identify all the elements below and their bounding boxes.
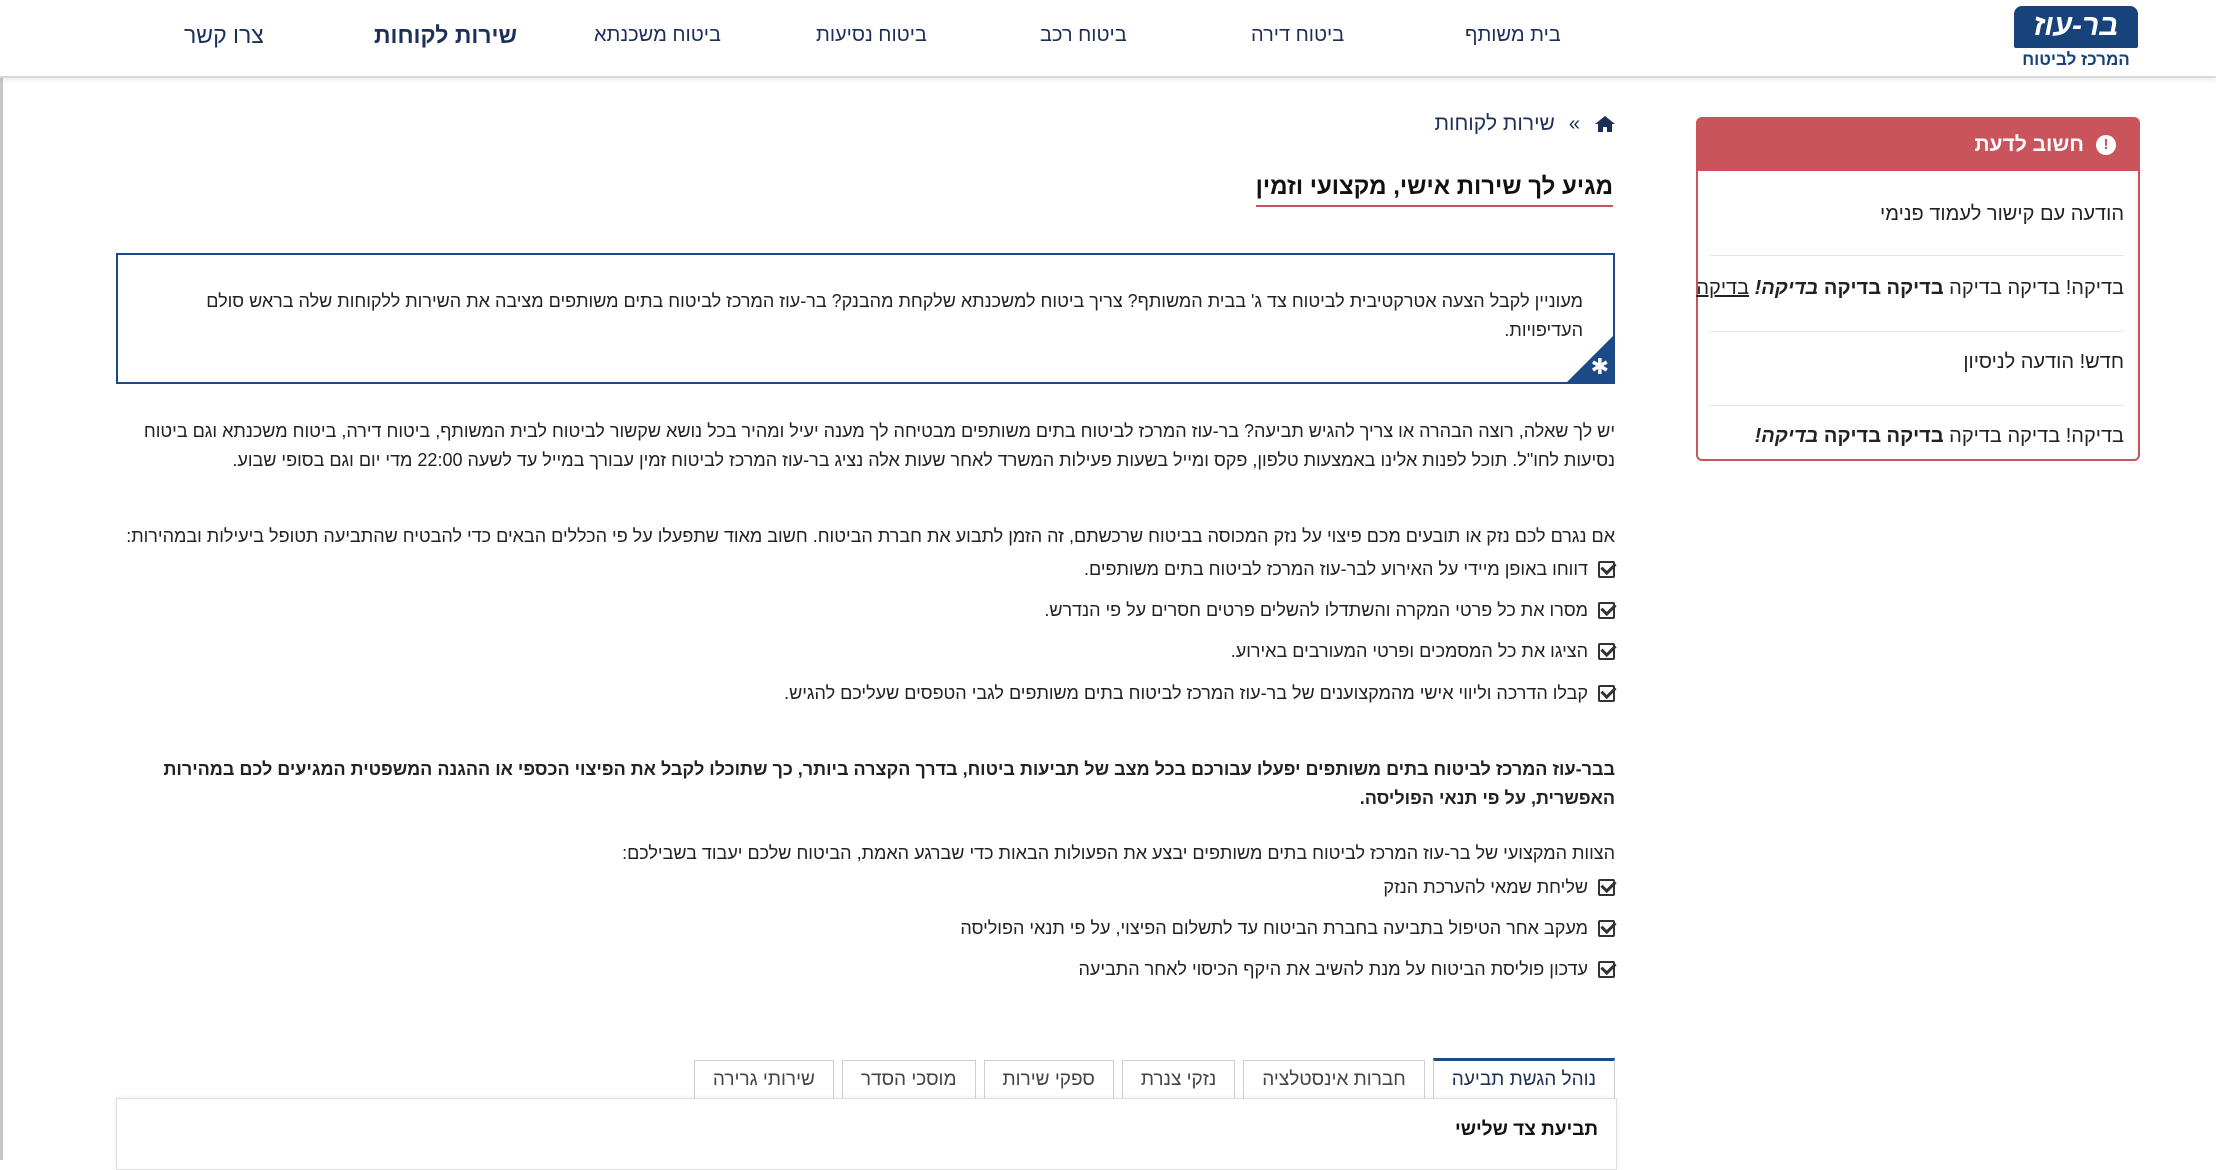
home-icon[interactable]	[1594, 115, 1616, 133]
exclamation-icon: !	[2096, 135, 2116, 155]
divider	[1710, 255, 2124, 256]
divider	[1710, 331, 2124, 332]
logo[interactable]: בר-עוז המרכז לביטוח	[2010, 6, 2142, 72]
notice-item: בדיקה! בדיקה בדיקה בדיקה בדיקה בדיקה! בד…	[1696, 277, 2124, 300]
notice-item[interactable]: הודעה עם קישור לעמוד פנימי	[1710, 203, 2124, 226]
list-item-text: שליחת שמאי להערכת הנזק	[1383, 877, 1588, 897]
notice-text: בדיקה! בדיקה בדיקה	[1943, 425, 2124, 447]
top-header: בר-עוז המרכז לביטוח בית משותף ביטוח דירה…	[0, 0, 2216, 78]
notice-bold-text: בדיקה בדיקה	[1823, 425, 1944, 447]
list-item: קבלו הדרכה וליווי אישי מהמקצוענים של בר-…	[784, 683, 1615, 704]
tab-partner-garages[interactable]: מוסכי הסדר	[841, 1060, 976, 1098]
list-item-text: עדכון פוליסת הביטוח על מנת להשיב את היקף…	[1078, 959, 1588, 979]
nav-item-customer-service[interactable]: שירות לקוחות	[374, 22, 517, 49]
list-item: עדכון פוליסת הביטוח על מנת להשיב את היקף…	[1078, 959, 1615, 980]
list-item-text: דווחו באופן מיידי על האירוע לבר-עוז המרכ…	[1084, 559, 1588, 579]
logo-subtitle: המרכז לביטוח	[2022, 50, 2130, 69]
notice-text: הודעה עם קישור לעמוד פנימי	[1880, 203, 2124, 225]
tab-service-providers[interactable]: ספקי שירות	[983, 1060, 1114, 1098]
tab-panel: תביעת צד שלישי	[116, 1098, 1617, 1170]
checkbox-checked-icon	[1598, 961, 1615, 978]
checkbox-checked-icon	[1598, 643, 1615, 660]
list-item-text: קבלו הדרכה וליווי אישי מהמקצוענים של בר-…	[784, 683, 1588, 703]
tabs: נוהל הגשת תביעה חברות אינסטלציה נזקי צנר…	[693, 1058, 1615, 1098]
list-item: שליחת שמאי להערכת הנזק	[1383, 877, 1615, 898]
logo-badge: בר-עוז	[2014, 6, 2138, 48]
nav-item-mortgage-insurance[interactable]: ביטוח משכנתא	[594, 24, 721, 47]
asterisk-icon: ✱	[1590, 354, 1609, 379]
divider	[1710, 405, 2124, 406]
intro-box: מעוניין לקבל הצעה אטרקטיבית לביטוח צד ג'…	[116, 253, 1615, 384]
paragraph-bold: בבר-עוז המרכז לביטוח בתים משותפים יפעלו …	[163, 759, 1615, 808]
notice-item: בדיקה! בדיקה בדיקה בדיקה בדיקה בדיקה!	[1710, 425, 2124, 448]
checkbox-checked-icon	[1598, 920, 1615, 937]
nav-item-shared-building[interactable]: בית משותף	[1465, 24, 1561, 47]
breadcrumb: » שירות לקוחות	[1435, 112, 1616, 136]
checkbox-checked-icon	[1598, 879, 1615, 896]
important-notices-panel: ! חשוב לדעת הודעה עם קישור לעמוד פנימי ב…	[1696, 117, 2140, 461]
notice-bold-text: בדיקה בדיקה	[1823, 277, 1944, 299]
paragraph-claim-intro: אם נגרם לכם נזק או תובעים מכם פיצוי על נ…	[126, 526, 1615, 546]
list-item: הציגו את כל המסמכים ופרטי המעורבים באירו…	[1231, 641, 1615, 662]
tab-towing-services[interactable]: שירותי גרירה	[693, 1060, 834, 1098]
page-title: מגיע לך שירות אישי, מקצועי וזמין	[1255, 173, 1613, 207]
list-item: מעקב אחר הטיפול בתביעה בחברת הביטוח עד ל…	[960, 918, 1615, 939]
breadcrumb-current: שירות לקוחות	[1434, 112, 1555, 135]
checkbox-checked-icon	[1598, 561, 1615, 578]
breadcrumb-separator: »	[1568, 112, 1580, 135]
window-border	[0, 0, 3, 1160]
notice-bold-italic-text: בדיקה!	[1754, 425, 1824, 447]
list-item-text: מעקב אחר הטיפול בתביעה בחברת הביטוח עד ל…	[960, 918, 1588, 938]
checkbox-checked-icon	[1598, 602, 1615, 619]
notices-header: ! חשוב לדעת	[1698, 119, 2138, 171]
tab-claim-procedure[interactable]: נוהל הגשת תביעה	[1432, 1058, 1615, 1098]
notice-item: חדש! הודעה לניסיון	[1710, 351, 2124, 374]
nav-item-contact[interactable]: צרו קשר	[184, 22, 264, 49]
tab-pipe-damage[interactable]: נזקי צנרת	[1121, 1060, 1236, 1098]
notice-text: בדיקה! בדיקה בדיקה	[1943, 277, 2124, 299]
list-item: דווחו באופן מיידי על האירוע לבר-עוז המרכ…	[1084, 559, 1615, 580]
list-item-text: מסרו את כל פרטי המקרה והשתדלו להשלים פרט…	[1044, 600, 1588, 620]
nav-item-car-insurance[interactable]: ביטוח רכב	[1040, 24, 1127, 47]
nav-item-home-insurance[interactable]: ביטוח דירה	[1251, 24, 1344, 47]
list-item: מסרו את כל פרטי המקרה והשתדלו להשלים פרט…	[1044, 600, 1615, 621]
notices-header-label: חשוב לדעת	[1974, 133, 2084, 156]
notice-link[interactable]: בדיקה	[1696, 277, 1749, 299]
nav-item-travel-insurance[interactable]: ביטוח נסיעות	[816, 24, 927, 47]
tab-plumbing-companies[interactable]: חברות אינסטלציה	[1243, 1060, 1425, 1098]
intro-text: מעוניין לקבל הצעה אטרקטיבית לביטוח צד ג'…	[206, 291, 1583, 340]
tab-panel-heading: תביעת צד שלישי	[1454, 1119, 1598, 1140]
paragraph-team: הצוות המקצועי של בר-עוז המרכז לביטוח בתי…	[622, 843, 1615, 863]
list-item-text: הציגו את כל המסמכים ופרטי המעורבים באירו…	[1230, 641, 1588, 661]
notice-bold-italic-text: בדיקה!	[1754, 277, 1824, 299]
checkbox-checked-icon	[1598, 685, 1615, 702]
paragraph-contact: יש לך שאלה, רוצה הבהרה או צריך להגיש תבי…	[143, 421, 1615, 470]
notice-text: חדש! הודעה לניסיון	[1963, 351, 2124, 373]
